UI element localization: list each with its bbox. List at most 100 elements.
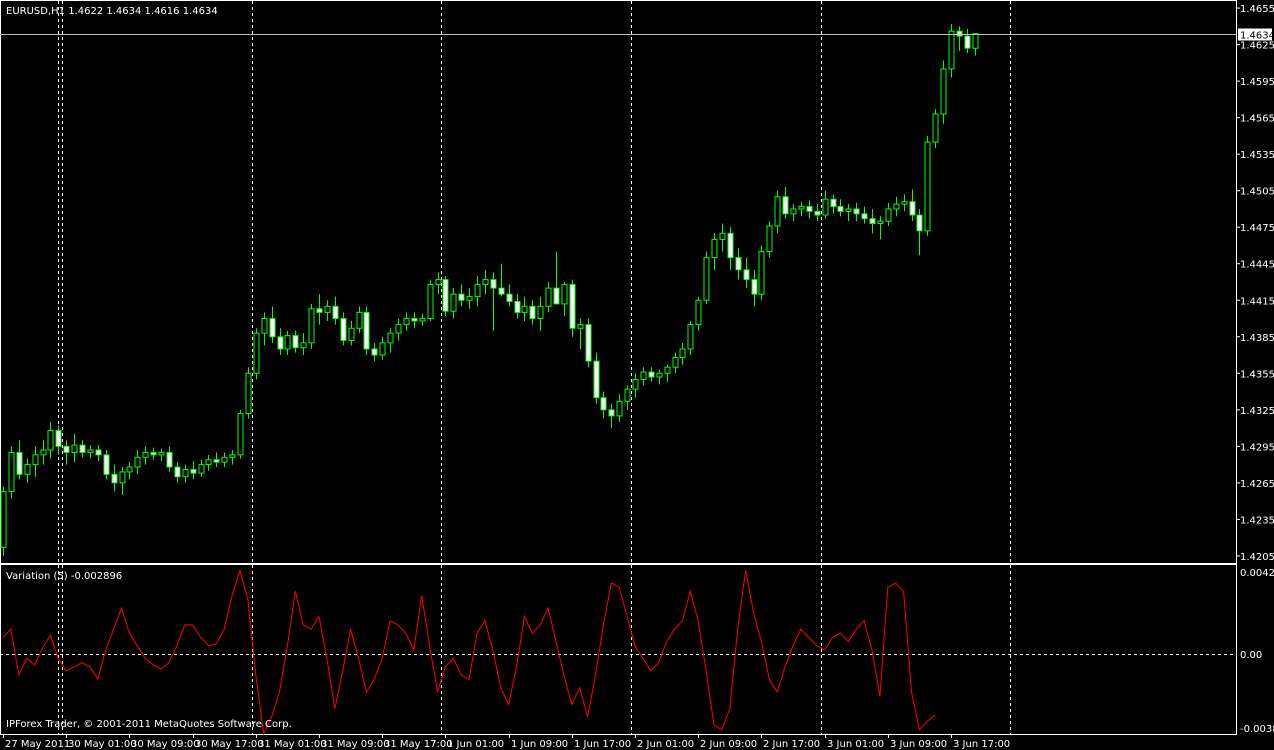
candle-body-bear (553, 287, 560, 305)
candle-body-bear (371, 348, 378, 356)
candle-body-bear (956, 30, 963, 37)
candle-body-bull (482, 279, 489, 285)
candle-body-bull (798, 206, 805, 210)
indicator-title: Variation (5) -0.002896 (6, 571, 122, 582)
candle-body-bull (253, 332, 260, 374)
candle-body-bear (442, 279, 449, 312)
candle-body-bull (758, 251, 765, 295)
candle-body-bear (63, 445, 70, 453)
candle-body-bear (174, 466, 181, 478)
time-tick-label: 2 Jun 17:00 (763, 739, 820, 750)
time-tick-label: 2 Jun 09:00 (700, 739, 757, 750)
price-tick-label: 1.4385 (1240, 333, 1274, 344)
candle-body-bull (624, 388, 631, 402)
candle-body-bear (743, 269, 750, 281)
candle (948, 23, 955, 78)
candle-body-bull (126, 466, 133, 473)
candle-body-bear (277, 336, 284, 350)
candle-body-bear (166, 451, 173, 468)
candle-body-bear (490, 279, 497, 289)
candle-body-bull (822, 198, 829, 216)
time-tick-label: 30 May 09:00 (131, 739, 200, 750)
candle-body-bull (205, 459, 212, 466)
candle-body-bear (316, 308, 323, 313)
time-tick-label: 30 May 17:00 (195, 739, 264, 750)
candle (245, 367, 252, 419)
candle (0, 486, 7, 556)
price-tick-label: 1.4295 (1240, 442, 1274, 453)
time-tick-label: 31 May 01:00 (258, 739, 327, 750)
candle-body-bull (577, 324, 584, 329)
indicator-tick-label: 0.00421 (1240, 568, 1274, 579)
price-tick-label: 1.4505 (1240, 187, 1274, 198)
candle (253, 328, 260, 380)
candle-body-bull (379, 342, 386, 356)
candle-body-bear (16, 451, 23, 475)
candle-body-bear (861, 213, 868, 220)
price-tick-label: 1.4415 (1240, 296, 1274, 307)
candle-body-bull (119, 471, 126, 484)
candle-body-bull (356, 311, 363, 329)
candle-body-bear (909, 201, 916, 216)
candle-body-bull (40, 449, 47, 456)
price-tick-label: 1.4205 (1240, 552, 1274, 563)
time-tick-label: 3 Jun 17:00 (953, 739, 1010, 750)
current-price-label: 1.4634 (1240, 31, 1274, 42)
candle (237, 409, 244, 459)
price-tick-label: 1.4445 (1240, 260, 1274, 271)
candle-body-bull (182, 468, 189, 478)
candle-body-bear (964, 35, 971, 49)
candle-body-bull (924, 141, 931, 232)
candle-body-bull (24, 464, 31, 475)
candle-body-bear (269, 318, 276, 338)
candle-body-bull (237, 412, 244, 456)
candle-body-bear (727, 232, 734, 259)
time-tick-label: 30 May 01:00 (68, 739, 137, 750)
candle-body-bull (719, 232, 726, 240)
candle-body-bull (308, 308, 315, 344)
candle-body-bull (766, 225, 773, 253)
candle-body-bull (972, 33, 979, 49)
candle-body-bull (616, 400, 623, 417)
time-tick-label: 31 May 17:00 (384, 739, 453, 750)
candle-body-bull (198, 464, 205, 474)
candle-body-bear (529, 305, 536, 320)
candle-body-bull (774, 196, 781, 227)
chart-background (0, 0, 1274, 750)
candle-body-bull (537, 305, 544, 320)
candle-body-bull (134, 456, 141, 468)
candle-body-bull (932, 113, 939, 143)
candle (703, 251, 710, 304)
candle-body-bull (948, 30, 955, 70)
candle-body-bear (458, 293, 465, 301)
candle-body-bear (292, 335, 299, 349)
candle-body-bull (711, 238, 718, 259)
candle-body-bear (150, 451, 157, 456)
price-tick-label: 1.4475 (1240, 223, 1274, 234)
candle-body-bull (32, 454, 39, 466)
candle (427, 279, 434, 321)
candle-body-bull (664, 366, 671, 374)
price-tick-label: 1.4565 (1240, 114, 1274, 125)
price-tick-label: 1.4325 (1240, 406, 1274, 417)
candle-body-bull (229, 454, 236, 458)
candle (308, 303, 315, 349)
candle (103, 450, 110, 480)
indicator-tick-label: 0.00 (1240, 650, 1262, 661)
candle-body-bull (300, 342, 307, 349)
candle-body-bull (47, 430, 54, 451)
price-tick-label: 1.4625 (1240, 41, 1274, 52)
candle-body-bull (656, 372, 663, 378)
candle-body-bear (608, 409, 615, 417)
candle (8, 446, 15, 499)
candle-body-bull (640, 371, 647, 380)
price-tick-label: 1.4595 (1240, 77, 1274, 88)
time-tick-label: 1 Jun 09:00 (511, 739, 568, 750)
candle-body-bear (55, 430, 62, 447)
candle (758, 245, 765, 301)
time-tick-label: 2 Jun 01:00 (637, 739, 694, 750)
candle-body-bull (940, 68, 947, 115)
candle-body-bull (474, 283, 481, 298)
candle-body-bear (498, 287, 505, 295)
candle-body-bull (8, 451, 15, 492)
